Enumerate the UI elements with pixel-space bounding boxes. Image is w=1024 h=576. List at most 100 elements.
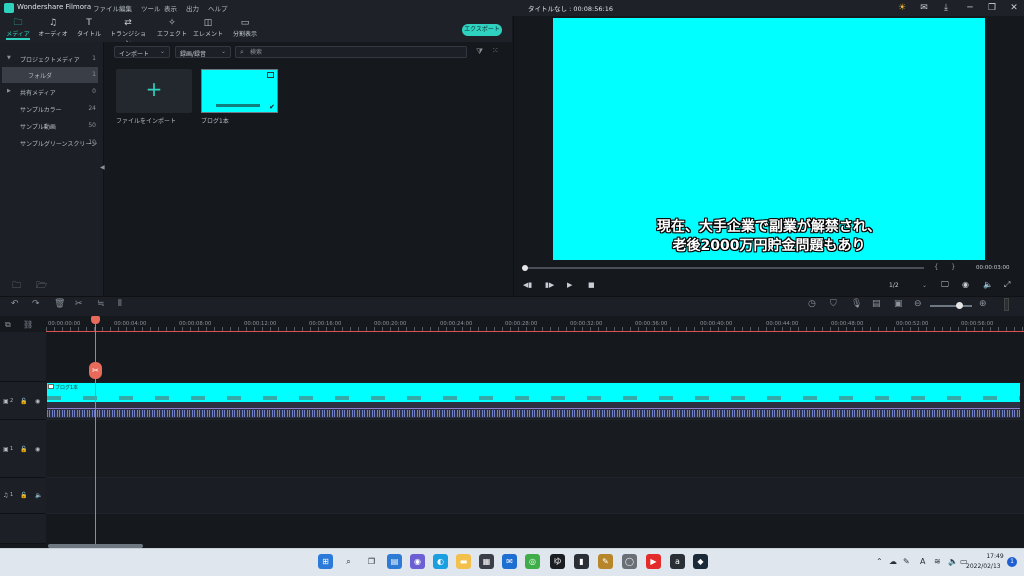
collapse-sidebar-icon[interactable]: ◀ bbox=[100, 164, 105, 171]
caret-right-icon[interactable]: ▶ bbox=[7, 88, 11, 94]
restore-icon[interactable]: ❐ bbox=[986, 2, 998, 14]
menu-edit[interactable]: 編集 bbox=[119, 3, 132, 13]
tab-effect[interactable]: ✧ エフェクト bbox=[156, 18, 188, 40]
play-frame-icon[interactable]: ▮▶ bbox=[545, 281, 554, 289]
playhead-line[interactable] bbox=[95, 320, 96, 544]
app-yu-icon[interactable]: ゆ bbox=[550, 554, 565, 569]
adjust-icon[interactable]: ≒ bbox=[97, 299, 105, 309]
task-view-icon[interactable]: ❐ bbox=[364, 554, 379, 569]
chat-icon[interactable]: ◉ bbox=[410, 554, 425, 569]
close-icon[interactable]: ✕ bbox=[1008, 2, 1020, 14]
new-folder-icon[interactable]: 🗀 bbox=[12, 278, 21, 294]
tab-element[interactable]: ◫ エレメント bbox=[193, 18, 223, 40]
preview-scrub-bar[interactable] bbox=[524, 267, 924, 269]
zoom-in-icon[interactable]: ⊕ bbox=[979, 299, 987, 309]
sidebar-item-sample-videos[interactable]: サンプル動画 50 bbox=[0, 118, 104, 134]
preview-quality-select[interactable]: 1/2 bbox=[889, 282, 899, 289]
filter-icon[interactable]: ⧩ bbox=[476, 47, 483, 57]
timeline-audio-waveform[interactable] bbox=[47, 402, 1020, 418]
tab-split-screen[interactable]: ▭ 分割表示 bbox=[230, 18, 260, 40]
filmora-taskbar-icon[interactable]: ◆ bbox=[693, 554, 708, 569]
amazon-icon[interactable]: a bbox=[670, 554, 685, 569]
delete-icon[interactable]: 🗑 bbox=[54, 299, 65, 309]
mixer-icon[interactable]: ▤ bbox=[872, 299, 881, 309]
app-circle-icon[interactable]: ◯ bbox=[622, 554, 637, 569]
add-track-icon[interactable]: ⧉ bbox=[5, 320, 11, 330]
notes-icon[interactable]: ✎ bbox=[598, 554, 613, 569]
fullscreen-icon[interactable]: ⤢ bbox=[1004, 280, 1010, 290]
panel-toggle-icon[interactable] bbox=[1004, 298, 1009, 311]
store-icon[interactable]: ▦ bbox=[479, 554, 494, 569]
zoom-slider[interactable] bbox=[930, 305, 972, 307]
zoom-out-icon[interactable]: ⊖ bbox=[914, 299, 922, 309]
snapshot-icon[interactable]: ◉ bbox=[962, 280, 969, 289]
youtube-icon[interactable]: ▶ bbox=[646, 554, 661, 569]
search-input[interactable] bbox=[250, 48, 460, 57]
chrome-icon[interactable]: ◎ bbox=[525, 554, 540, 569]
chevron-down-icon[interactable]: ⌄ bbox=[922, 282, 927, 289]
render-icon[interactable]: ◷ bbox=[808, 299, 816, 309]
eye-icon[interactable]: ◉ bbox=[35, 398, 40, 405]
track-row-audio-1[interactable] bbox=[46, 478, 1024, 514]
notification-badge[interactable]: 1 bbox=[1007, 557, 1017, 567]
import-dropdown[interactable]: インポート ⌄ bbox=[114, 46, 170, 58]
audio-wave-icon[interactable]: ⫴ bbox=[118, 299, 122, 309]
step-back-icon[interactable]: ◀▮ bbox=[523, 281, 532, 289]
ime-indicator[interactable]: A bbox=[920, 557, 925, 566]
sidebar-item-shared-media[interactable]: ▶ 共有メディア 0 bbox=[0, 84, 104, 100]
menu-export[interactable]: 出力 bbox=[186, 3, 199, 13]
import-media-tile[interactable]: + bbox=[116, 69, 192, 113]
mail-icon[interactable]: ✉ bbox=[502, 554, 517, 569]
audio-volume-line[interactable] bbox=[47, 408, 1020, 409]
playhead-scissors-icon[interactable]: ✂ bbox=[89, 362, 102, 379]
clock-time[interactable]: 17:49 bbox=[980, 553, 1010, 560]
voiceover-icon[interactable]: ▣ bbox=[894, 299, 903, 309]
media-clip-thumbnail[interactable]: ✔ bbox=[201, 69, 278, 113]
sidebar-item-sample-colors[interactable]: サンプルカラー 24 bbox=[0, 101, 104, 117]
menu-file[interactable]: ファイル bbox=[93, 3, 119, 13]
marker-icon[interactable]: ⛉ bbox=[830, 299, 837, 309]
cloud-icon[interactable]: ☁ bbox=[889, 557, 897, 566]
volume-icon[interactable]: 🔈 bbox=[983, 280, 993, 289]
display-icon[interactable]: 🖵 bbox=[941, 280, 949, 290]
zoom-slider-handle[interactable] bbox=[956, 302, 963, 309]
pen-icon[interactable]: ✎ bbox=[903, 557, 910, 566]
sidebar-item-folder[interactable]: フォルダ 1 bbox=[2, 67, 98, 83]
link-icon[interactable]: ⛓ bbox=[23, 320, 33, 329]
track-row-video-1[interactable] bbox=[46, 420, 1024, 478]
search-icon[interactable]: ⌕ bbox=[341, 554, 356, 569]
lock-icon[interactable]: 🔓 bbox=[20, 492, 27, 499]
undo-icon[interactable]: ↶ bbox=[11, 299, 19, 309]
caret-down-icon[interactable]: ▼ bbox=[7, 55, 11, 61]
clock-date[interactable]: 2022/02/13 bbox=[966, 563, 1001, 570]
cut-icon[interactable]: ✂ bbox=[75, 299, 83, 309]
menu-tools[interactable]: ツール bbox=[141, 3, 161, 13]
widgets-icon[interactable]: ▤ bbox=[387, 554, 402, 569]
speaker-icon[interactable]: 🔈 bbox=[35, 492, 42, 499]
lightbulb-icon[interactable]: ☀ bbox=[896, 2, 908, 14]
lock-icon[interactable]: 🔓 bbox=[20, 446, 27, 453]
tab-media[interactable]: 🗀 メディア bbox=[4, 18, 32, 40]
wifi-icon[interactable]: ≋ bbox=[934, 557, 941, 566]
eye-icon[interactable]: ◉ bbox=[35, 446, 40, 453]
explorer-icon[interactable]: ▬ bbox=[456, 554, 471, 569]
start-icon[interactable]: ⊞ bbox=[318, 554, 333, 569]
lock-icon[interactable]: 🔓 bbox=[20, 398, 27, 405]
tab-title[interactable]: T タイトル bbox=[75, 18, 103, 40]
kindle-icon[interactable]: ▮ bbox=[574, 554, 589, 569]
microphone-icon[interactable]: 🎙 bbox=[851, 299, 862, 309]
chevron-up-icon[interactable]: ⌃ bbox=[876, 557, 883, 566]
grid-view-icon[interactable]: ⁙ bbox=[492, 46, 499, 55]
volume-icon[interactable]: 🔈 bbox=[948, 557, 958, 566]
sidebar-item-project-media[interactable]: ▼ プロジェクトメディア 1 bbox=[0, 51, 104, 67]
tab-transition[interactable]: ⇄ トランジション bbox=[108, 18, 148, 47]
stop-icon[interactable]: ■ bbox=[588, 281, 595, 289]
folder-outline-icon[interactable]: 🗁 bbox=[36, 278, 47, 294]
minimize-icon[interactable]: ─ bbox=[964, 2, 976, 14]
export-button[interactable]: エクスポート bbox=[462, 24, 502, 36]
mark-out-icon[interactable]: } bbox=[951, 263, 955, 271]
mail-icon[interactable]: ✉ bbox=[918, 2, 930, 14]
sidebar-item-sample-green-screen[interactable]: サンプルグリーンスクリーン 10 bbox=[0, 135, 104, 151]
menu-help[interactable]: ヘルプ bbox=[208, 3, 228, 13]
playhead-handle[interactable] bbox=[91, 316, 100, 324]
